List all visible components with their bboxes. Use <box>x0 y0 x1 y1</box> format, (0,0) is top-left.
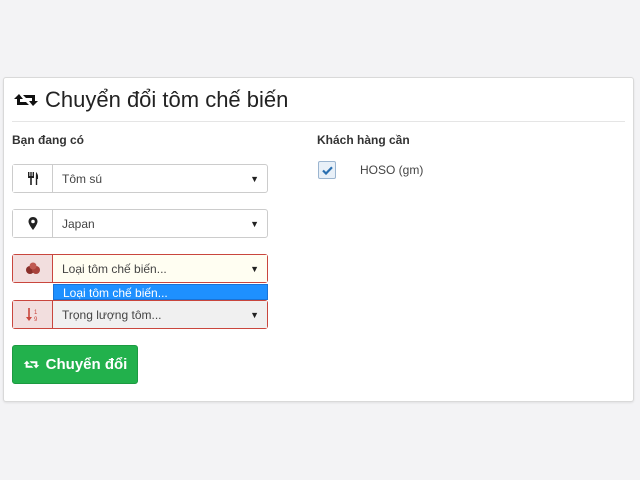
weight-addon: 1 9 <box>13 301 53 328</box>
chevron-down-icon: ▼ <box>250 309 259 320</box>
converter-panel: Chuyển đổi tôm chế biến Bạn đang có Khác… <box>3 77 634 402</box>
country-select[interactable]: Japan ▼ <box>53 210 267 237</box>
country-addon <box>13 210 53 237</box>
processed-type-group: Loại tôm chế biến... ▼ <box>12 254 268 283</box>
retweet-icon <box>14 94 38 106</box>
retweet-icon <box>23 360 39 369</box>
processed-type-value: Loại tôm chế biến... <box>62 261 167 276</box>
weight-value: Trọng lượng tôm... <box>62 307 162 322</box>
hoso-checkbox-label: HOSO (gm) <box>360 163 424 177</box>
processed-type-addon <box>13 255 53 282</box>
page-title: Chuyển đổi tôm chế biến <box>13 87 288 113</box>
page-title-text: Chuyển đổi tôm chế biến <box>45 87 289 112</box>
chevron-down-icon: ▼ <box>250 173 259 184</box>
chevron-down-icon: ▼ <box>250 263 259 274</box>
country-group: Japan ▼ <box>12 209 268 238</box>
weight-group: 1 9 Trọng lượng tôm... ▼ <box>12 300 268 329</box>
title-divider <box>12 121 625 122</box>
shrimp-type-addon <box>13 165 53 192</box>
chevron-down-icon: ▼ <box>250 218 259 229</box>
country-value: Japan <box>62 216 95 231</box>
need-section-label: Khách hàng cần <box>317 133 410 147</box>
processed-type-option[interactable]: Loại tôm chế biến... <box>53 284 268 300</box>
svg-text:9: 9 <box>34 317 38 322</box>
convert-button-label: Chuyển đổi <box>45 356 128 373</box>
shrimp-type-select[interactable]: Tôm sú ▼ <box>53 165 267 192</box>
convert-button[interactable]: Chuyển đổi <box>12 345 138 384</box>
map-marker-icon <box>28 217 37 230</box>
processed-type-select[interactable]: Loại tôm chế biến... ▼ <box>53 255 267 282</box>
hoso-checkbox[interactable] <box>318 161 336 179</box>
shrimp-type-group: Tôm sú ▼ <box>12 164 268 193</box>
cutlery-icon <box>27 172 38 185</box>
sort-numeric-icon: 1 9 <box>25 307 38 322</box>
weight-select[interactable]: Trọng lượng tôm... ▼ <box>53 301 267 328</box>
have-section-label: Bạn đang có <box>12 133 85 147</box>
check-icon <box>321 165 333 175</box>
shrimp-icon <box>25 262 40 274</box>
shrimp-type-value: Tôm sú <box>62 171 103 186</box>
svg-text:1: 1 <box>34 310 38 316</box>
